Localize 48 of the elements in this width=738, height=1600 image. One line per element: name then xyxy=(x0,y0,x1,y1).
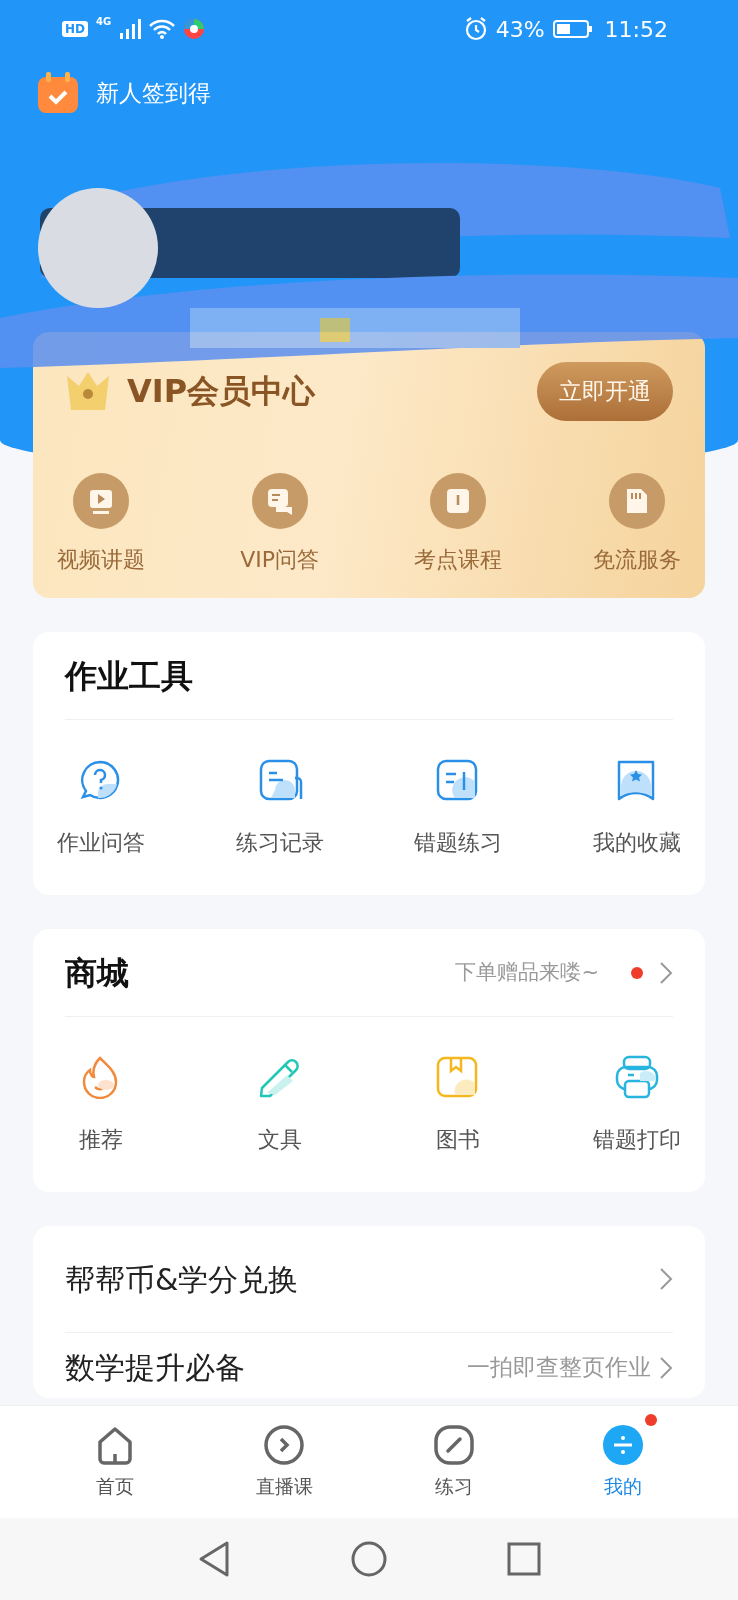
checkin-label: 新人签到得 xyxy=(96,78,211,108)
section-title: 作业工具 xyxy=(65,655,193,697)
circle-icon xyxy=(351,1541,387,1577)
book-icon xyxy=(430,472,487,529)
tool-button[interactable]: 我的收藏 xyxy=(566,758,707,859)
tool-button[interactable]: 图书 xyxy=(388,1055,529,1156)
app-icon xyxy=(183,18,206,40)
network-label: 4G xyxy=(96,15,112,29)
wifi-icon xyxy=(149,19,176,39)
back-button[interactable] xyxy=(197,1540,231,1578)
nav-tab[interactable]: 练习 xyxy=(393,1406,514,1518)
square-icon xyxy=(507,1542,541,1576)
section-title: 商城 xyxy=(65,952,129,994)
calendar-icon xyxy=(36,71,80,115)
divide-icon xyxy=(602,1424,645,1466)
alarm-icon xyxy=(463,17,488,41)
nav-tab[interactable]: 我的 xyxy=(563,1406,684,1518)
pencil-icon xyxy=(432,1424,475,1466)
tool-button[interactable]: 错题打印 xyxy=(566,1055,707,1156)
clock-time: 11:52 xyxy=(604,15,668,44)
video-icon xyxy=(73,472,129,529)
vip-feature-button[interactable]: 视频讲题 xyxy=(31,472,171,576)
chat-icon xyxy=(251,472,308,529)
nav-tab[interactable]: 直播课 xyxy=(224,1406,345,1518)
back-icon xyxy=(197,1540,231,1578)
home-button[interactable] xyxy=(351,1541,387,1577)
battery-percent: 43% xyxy=(495,15,545,44)
crown-icon xyxy=(65,370,111,413)
signal-icon xyxy=(119,19,142,39)
recents-button[interactable] xyxy=(507,1542,541,1576)
list-row[interactable]: 数学提升必备 一拍即查整页作业 xyxy=(65,1332,673,1398)
battery-icon xyxy=(552,19,593,39)
chevron-right-icon xyxy=(659,1355,673,1380)
nav-tab[interactable]: 首页 xyxy=(54,1406,175,1518)
vip-feature-button[interactable]: 考点课程 xyxy=(388,472,529,576)
list-row[interactable]: 帮帮币&学分兑换 xyxy=(65,1226,673,1332)
chevron-right-icon xyxy=(659,960,673,985)
sim-icon xyxy=(608,472,665,529)
tool-button[interactable]: 作业问答 xyxy=(31,758,171,859)
tool-button[interactable]: 文具 xyxy=(209,1055,350,1156)
vip-feature-button[interactable]: VIP问答 xyxy=(209,472,350,576)
tool-button[interactable]: 错题练习 xyxy=(388,758,529,859)
vip-title: VIP会员中心 xyxy=(127,371,316,413)
printer-icon xyxy=(613,1055,660,1099)
chevron-right-icon xyxy=(659,1267,673,1291)
play-circle-icon xyxy=(263,1424,306,1466)
tool-button[interactable]: 推荐 xyxy=(31,1055,171,1156)
tool-button[interactable]: 练习记录 xyxy=(209,758,350,859)
